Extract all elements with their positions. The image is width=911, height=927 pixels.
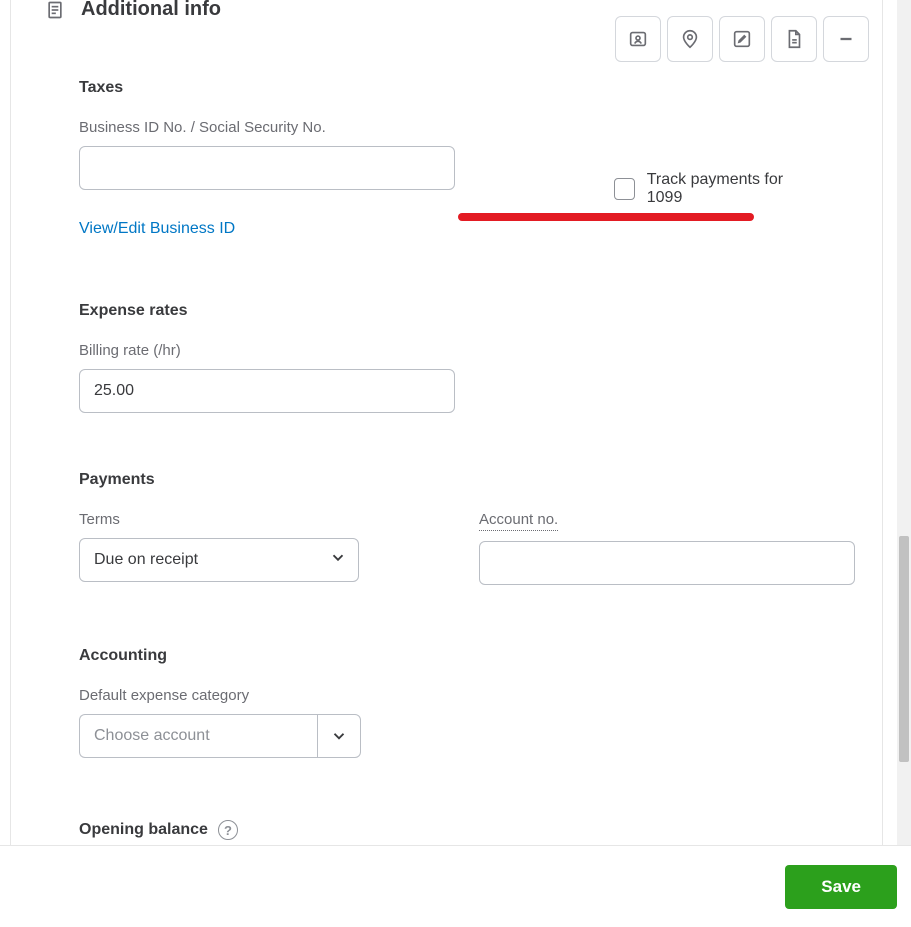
accounting-heading: Accounting [79,647,814,665]
panel-footer: Save [0,845,911,927]
form-scroll-area: Additional info Taxes Business ID No. / … [10,0,883,845]
business-id-label: Business ID No. / Social Security No. [79,119,590,136]
scrollbar-thumb[interactable] [899,536,909,762]
section-title: Additional info [81,0,221,21]
track-1099-checkbox[interactable] [614,178,635,200]
terms-value: Due on receipt [94,551,198,569]
document-icon [45,0,65,20]
account-no-input[interactable] [479,541,855,585]
save-button[interactable]: Save [785,865,897,909]
contact-card-button[interactable] [615,16,661,62]
payments-heading: Payments [79,471,814,489]
billing-rate-input[interactable] [79,369,455,413]
scrollbar-track[interactable] [897,0,911,845]
annotation-highlight [458,213,754,221]
default-category-select[interactable]: Choose account [79,714,317,758]
terms-label: Terms [79,511,359,528]
business-id-input[interactable] [79,146,455,190]
collapse-button[interactable] [823,16,869,62]
location-pin-button[interactable] [667,16,713,62]
panel-toolbar [615,16,869,62]
default-category-placeholder: Choose account [94,727,210,745]
taxes-heading: Taxes [79,79,814,97]
help-icon[interactable]: ? [218,820,238,840]
edit-note-button[interactable] [719,16,765,62]
opening-balance-heading: Opening balance [79,821,208,839]
billing-rate-label: Billing rate (/hr) [79,342,814,359]
default-category-dropdown-button[interactable] [317,714,361,758]
default-category-label: Default expense category [79,687,814,704]
document-button[interactable] [771,16,817,62]
track-1099-label: Track payments for 1099 [647,171,814,207]
terms-select[interactable]: Due on receipt [79,538,359,582]
account-no-label: Account no. [479,511,855,531]
view-edit-business-id-link[interactable]: View/Edit Business ID [79,220,235,238]
expense-rates-heading: Expense rates [79,302,814,320]
